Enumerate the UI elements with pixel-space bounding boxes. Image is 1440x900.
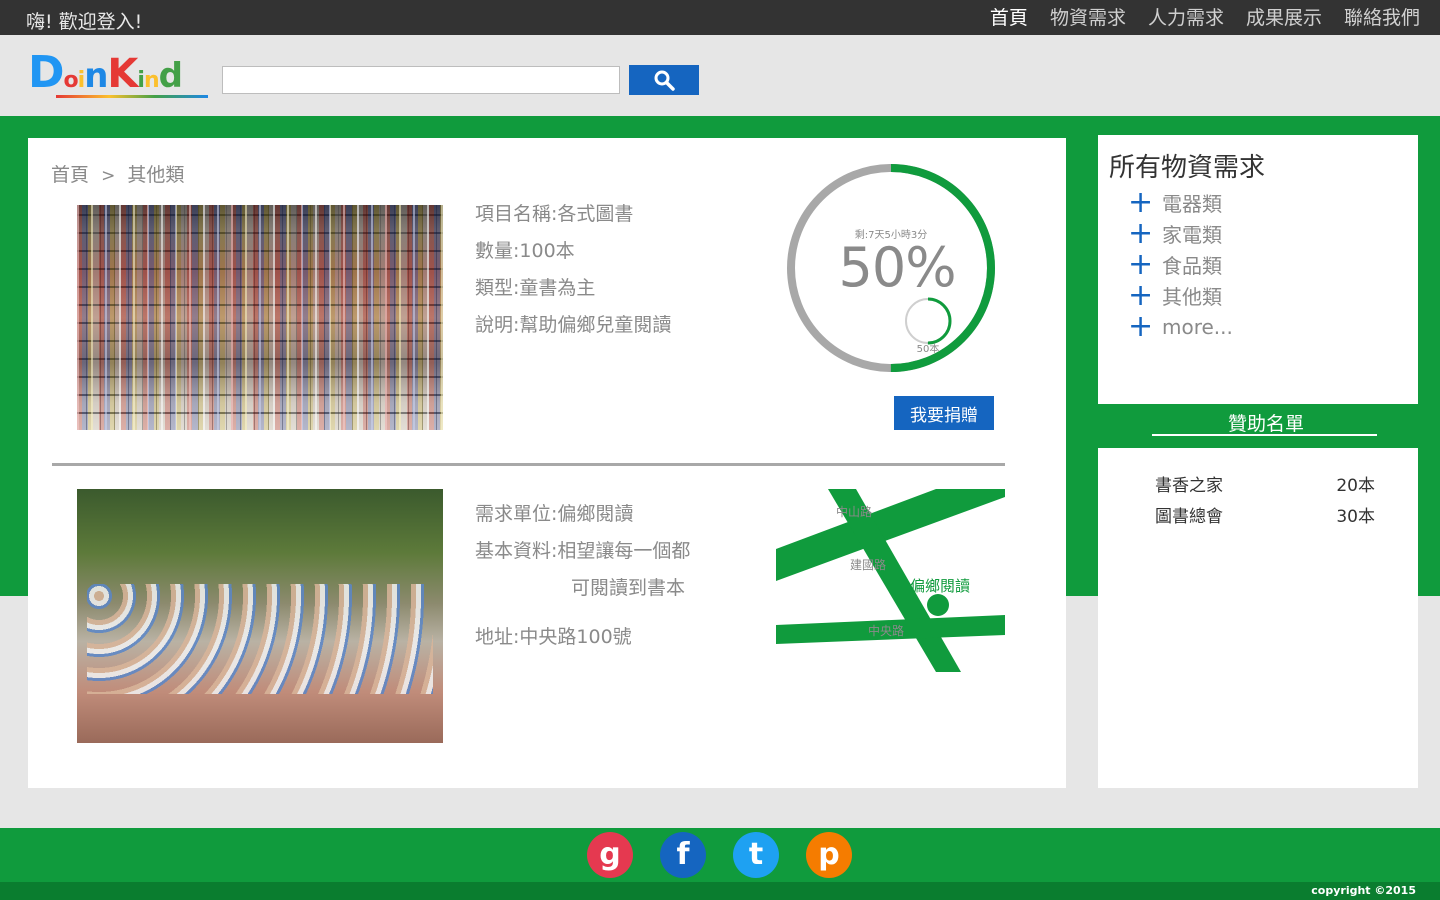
sponsor-underline <box>1152 434 1377 436</box>
plus-icon: + <box>1128 308 1154 344</box>
logo-text: DoinKind <box>28 47 212 107</box>
footer: g f t p copyright ©2015 <box>0 828 1440 900</box>
header: DoinKind <box>0 35 1440 116</box>
nav-home[interactable]: 首頁 <box>990 5 1028 31</box>
group-photo <box>77 489 443 743</box>
sponsor-amount: 30本 <box>1336 507 1375 527</box>
category-list: + 電器類 + 家電類 + 食品類 + 其他類 + more... <box>1128 187 1233 342</box>
category-item[interactable]: + 家電類 <box>1128 218 1233 249</box>
category-label: 電器類 <box>1162 192 1222 216</box>
progress-percent: 50% <box>838 236 956 299</box>
plus-icon: + <box>1128 246 1154 282</box>
pinterest-icon[interactable]: p <box>806 832 852 878</box>
nav-results[interactable]: 成果展示 <box>1246 5 1322 31</box>
item-type: 類型:童書為主 <box>475 277 596 299</box>
category-item-more[interactable]: + more... <box>1128 311 1233 342</box>
facebook-icon[interactable]: f <box>660 832 706 878</box>
logo-letter: K <box>107 51 138 97</box>
search-input[interactable] <box>222 66 620 94</box>
breadcrumb-home[interactable]: 首頁 <box>51 164 89 186</box>
top-bar: 嗨! 歡迎登入! 首頁 物資需求 人力需求 成果展示 聯絡我們 <box>0 0 1440 35</box>
logo[interactable]: DoinKind <box>28 47 212 105</box>
sponsor-amount: 20本 <box>1336 476 1375 496</box>
category-label: more... <box>1162 314 1233 339</box>
nav-supply-needs[interactable]: 物資需求 <box>1050 5 1126 31</box>
main-card: 首頁 > 其他類 項目名稱:各式圖書 數量:100本 類型:童書為主 說明:幫助… <box>28 138 1066 788</box>
requester-address: 地址:中央路100號 <box>475 626 632 648</box>
donate-button[interactable]: 我要捐贈 <box>894 396 994 430</box>
search-button[interactable] <box>629 65 699 95</box>
footer-strip <box>0 882 1440 900</box>
sponsor-title: 贊助名單 <box>1227 413 1304 435</box>
logo-letter: D <box>28 47 65 98</box>
category-item[interactable]: + 電器類 <box>1128 187 1233 218</box>
sponsor-header: 贊助名單 <box>1098 404 1418 448</box>
category-label: 食品類 <box>1162 254 1222 278</box>
copyright: copyright ©2015 <box>1311 884 1416 897</box>
sponsor-row: 書香之家 20本 <box>1155 471 1375 496</box>
section-divider <box>52 463 1005 466</box>
item-info: 項目名稱:各式圖書 數量:100本 類型:童書為主 說明:幫助偏鄉兒童閱讀 <box>475 196 671 344</box>
requester-info: 需求單位:偏鄉閱讀 基本資料:相望讓每一個都 可閱讀到書本 地址:中央路100號 <box>475 496 690 656</box>
category-label: 家電類 <box>1162 223 1222 247</box>
logo-letter: o <box>63 68 79 93</box>
google-icon[interactable]: g <box>587 832 633 878</box>
nav-contact[interactable]: 聯絡我們 <box>1344 5 1420 31</box>
twitter-icon[interactable]: t <box>733 832 779 878</box>
category-item[interactable]: + 其他類 <box>1128 280 1233 311</box>
logo-underline <box>56 95 208 98</box>
sponsor-name: 圖書總會 <box>1155 507 1223 527</box>
plus-icon: + <box>1128 184 1154 220</box>
breadcrumb: 首頁 > 其他類 <box>51 160 184 187</box>
nav-volunteer-needs[interactable]: 人力需求 <box>1148 5 1224 31</box>
item-name: 項目名稱:各式圖書 <box>475 203 634 225</box>
breadcrumb-separator: > <box>101 166 116 186</box>
category-label: 其他類 <box>1162 285 1222 309</box>
search-icon <box>654 70 675 91</box>
map-label-road2: 建國路 <box>850 558 887 572</box>
item-description: 說明:幫助偏鄉兒童閱讀 <box>475 314 672 336</box>
breadcrumb-current: 其他類 <box>127 164 185 186</box>
sidebar-title: 所有物資需求 <box>1109 153 1266 183</box>
map-label-road3: 中央路 <box>868 624 905 638</box>
donated-count: 50本 <box>916 344 940 355</box>
sponsor-row: 圖書總會 30本 <box>1155 502 1375 527</box>
map-label-place: 偏鄉閱讀 <box>910 577 971 595</box>
logo-letter: n <box>143 68 160 93</box>
books-photo <box>77 205 443 430</box>
plus-icon: + <box>1128 215 1154 251</box>
requester-unit: 需求單位:偏鄉閱讀 <box>475 503 634 525</box>
map-roads <box>776 489 1005 672</box>
plus-icon: + <box>1128 277 1154 313</box>
category-item[interactable]: + 食品類 <box>1128 249 1233 280</box>
sponsor-name: 書香之家 <box>1155 476 1223 496</box>
item-quantity: 數量:100本 <box>475 240 575 262</box>
top-nav: 首頁 物資需求 人力需求 成果展示 聯絡我們 <box>968 5 1420 31</box>
sidebar: 所有物資需求 + 電器類 + 家電類 + 食品類 + 其他類 + more...… <box>1098 135 1418 788</box>
map-label-road1: 中山路 <box>836 505 873 519</box>
welcome-text: 嗨! 歡迎登入! <box>26 11 143 33</box>
progress-ring: 剩:7天5小時3分 50% 50本 <box>783 160 999 376</box>
location-map[interactable]: 中山路 建國路 中央路 偏鄉閱讀 <box>776 489 1005 672</box>
requester-info-line2: 可閱讀到書本 <box>571 577 686 599</box>
requester-info-line1: 基本資料:相望讓每一個都 <box>475 540 691 562</box>
map-pin <box>927 594 949 616</box>
